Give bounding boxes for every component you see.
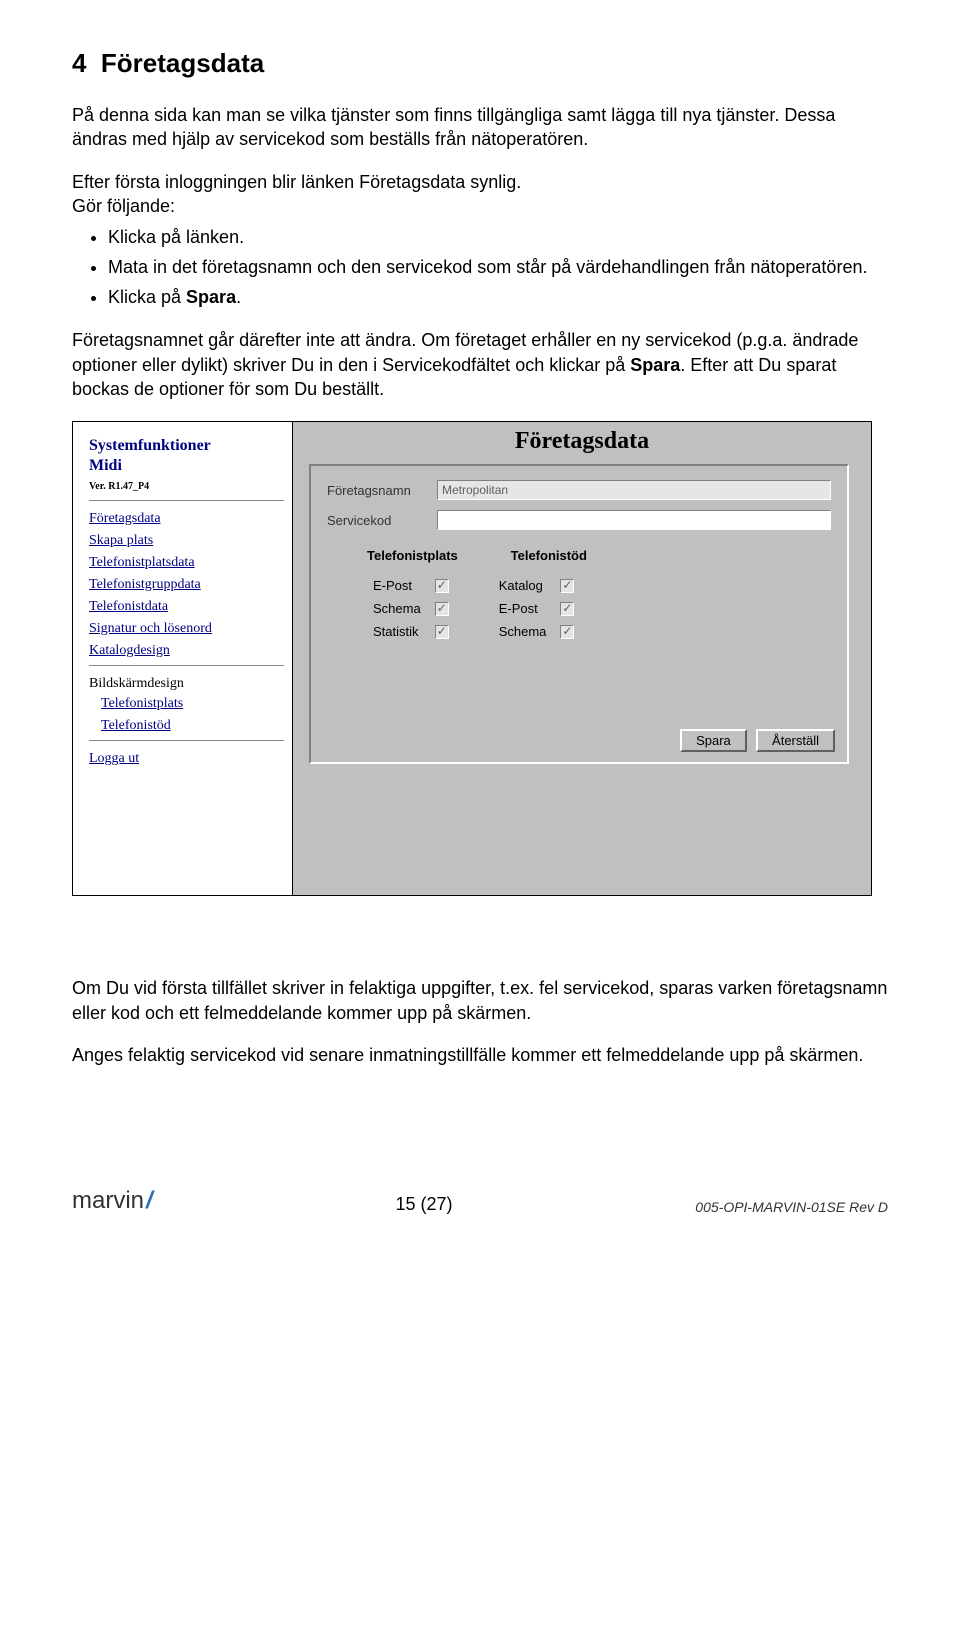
document-page: 4 Företagsdata På denna sida kan man se … xyxy=(0,0,960,1255)
document-id: 005-OPI-MARVIN-01SE Rev D xyxy=(695,1199,888,1215)
button-bar: Spara Återställ xyxy=(674,729,835,752)
options-block: Telefonistplats Telefonistöd E-Post Kata… xyxy=(367,548,831,646)
row-company: Företagsnamn xyxy=(327,480,831,500)
paragraph-3: Företagsnamnet går därefter inte att änd… xyxy=(72,328,888,401)
company-label: Företagsnamn xyxy=(327,483,437,498)
nav-telefonistdata[interactable]: Telefonistdata xyxy=(89,599,284,615)
nav-telefonistplats[interactable]: Telefonistplats xyxy=(101,696,284,712)
checkbox-schema-left[interactable] xyxy=(435,602,449,616)
row-servicecode: Servicekod xyxy=(327,510,831,530)
section-title-text: Företagsdata xyxy=(101,48,264,78)
nav-telefonistgruppdata[interactable]: Telefonistgruppdata xyxy=(89,577,284,593)
sidebar-version: Ver. R1.47_P4 xyxy=(89,481,284,492)
checkbox-statistik[interactable] xyxy=(435,625,449,639)
paragraph-5: Anges felaktig servicekod vid senare inm… xyxy=(72,1043,888,1067)
bullet-item: Mata in det företagsnamn och den service… xyxy=(108,254,888,280)
options-row: E-Post Katalog xyxy=(373,577,582,594)
servicecode-input[interactable] xyxy=(437,510,831,530)
sidebar-title: Systemfunktioner Midi xyxy=(89,436,284,474)
option-label: E-Post xyxy=(499,600,555,617)
nav-katalogdesign[interactable]: Katalogdesign xyxy=(89,643,284,659)
option-label: Schema xyxy=(499,623,555,640)
checkbox-epost-left[interactable] xyxy=(435,579,449,593)
bullet-item: Klicka på Spara. xyxy=(108,284,888,310)
reset-button[interactable]: Återställ xyxy=(756,729,835,752)
main-area: Företagsdata Företagsnamn Servicekod Tel… xyxy=(293,422,871,895)
paragraph-intro: På denna sida kan man se vilka tjänster … xyxy=(72,103,888,152)
options-row: Statistik Schema xyxy=(373,623,582,640)
checkbox-schema-right[interactable] xyxy=(560,625,574,639)
group2-header: Telefonistöd xyxy=(511,548,587,563)
logo: marvin/ xyxy=(72,1187,153,1215)
group1-header: Telefonistplats xyxy=(367,548,507,563)
sidebar: Systemfunktioner Midi Ver. R1.47_P4 Före… xyxy=(73,422,293,895)
page-title: Företagsdata xyxy=(293,422,871,455)
nav-bildskarmdesign-label: Bildskärmdesign xyxy=(89,676,284,692)
company-input[interactable] xyxy=(437,480,831,500)
nav-telefonistplatsdata[interactable]: Telefonistplatsdata xyxy=(89,555,284,571)
nav-foretagsdata[interactable]: Företagsdata xyxy=(89,511,284,527)
checkbox-katalog[interactable] xyxy=(560,579,574,593)
save-button[interactable]: Spara xyxy=(680,729,747,752)
nav-logga-ut[interactable]: Logga ut xyxy=(89,751,284,767)
page-number: 15 (27) xyxy=(395,1194,452,1215)
options-table: E-Post Katalog Schema E-Post xyxy=(367,571,588,646)
bullet-list: Klicka på länken. Mata in det företagsna… xyxy=(108,224,888,310)
nav-signatur-losenord[interactable]: Signatur och lösenord xyxy=(89,621,284,637)
paragraph-4: Om Du vid första tillfället skriver in f… xyxy=(72,976,888,1025)
divider xyxy=(89,500,284,501)
bullet-item: Klicka på länken. xyxy=(108,224,888,250)
option-label: Katalog xyxy=(499,577,555,594)
paragraph-2: Efter första inloggningen blir länken Fö… xyxy=(72,170,888,219)
embedded-screenshot: Systemfunktioner Midi Ver. R1.47_P4 Före… xyxy=(72,421,872,896)
divider xyxy=(89,740,284,741)
option-label: Schema xyxy=(373,600,429,617)
page-footer: marvin/ 15 (27) 005-OPI-MARVIN-01SE Rev … xyxy=(72,1187,888,1215)
logo-slash-icon: / xyxy=(146,1187,153,1214)
servicecode-label: Servicekod xyxy=(327,513,437,528)
form-panel: Företagsnamn Servicekod Telefonistplats … xyxy=(309,464,849,764)
section-heading: 4 Företagsdata xyxy=(72,48,888,79)
nav-telefonistod[interactable]: Telefonistöd xyxy=(101,718,284,734)
nav-skapa-plats[interactable]: Skapa plats xyxy=(89,533,284,549)
divider xyxy=(89,665,284,666)
option-label: Statistik xyxy=(373,623,429,640)
section-number: 4 xyxy=(72,48,86,78)
options-row: Schema E-Post xyxy=(373,600,582,617)
checkbox-epost-right[interactable] xyxy=(560,602,574,616)
option-label: E-Post xyxy=(373,577,429,594)
